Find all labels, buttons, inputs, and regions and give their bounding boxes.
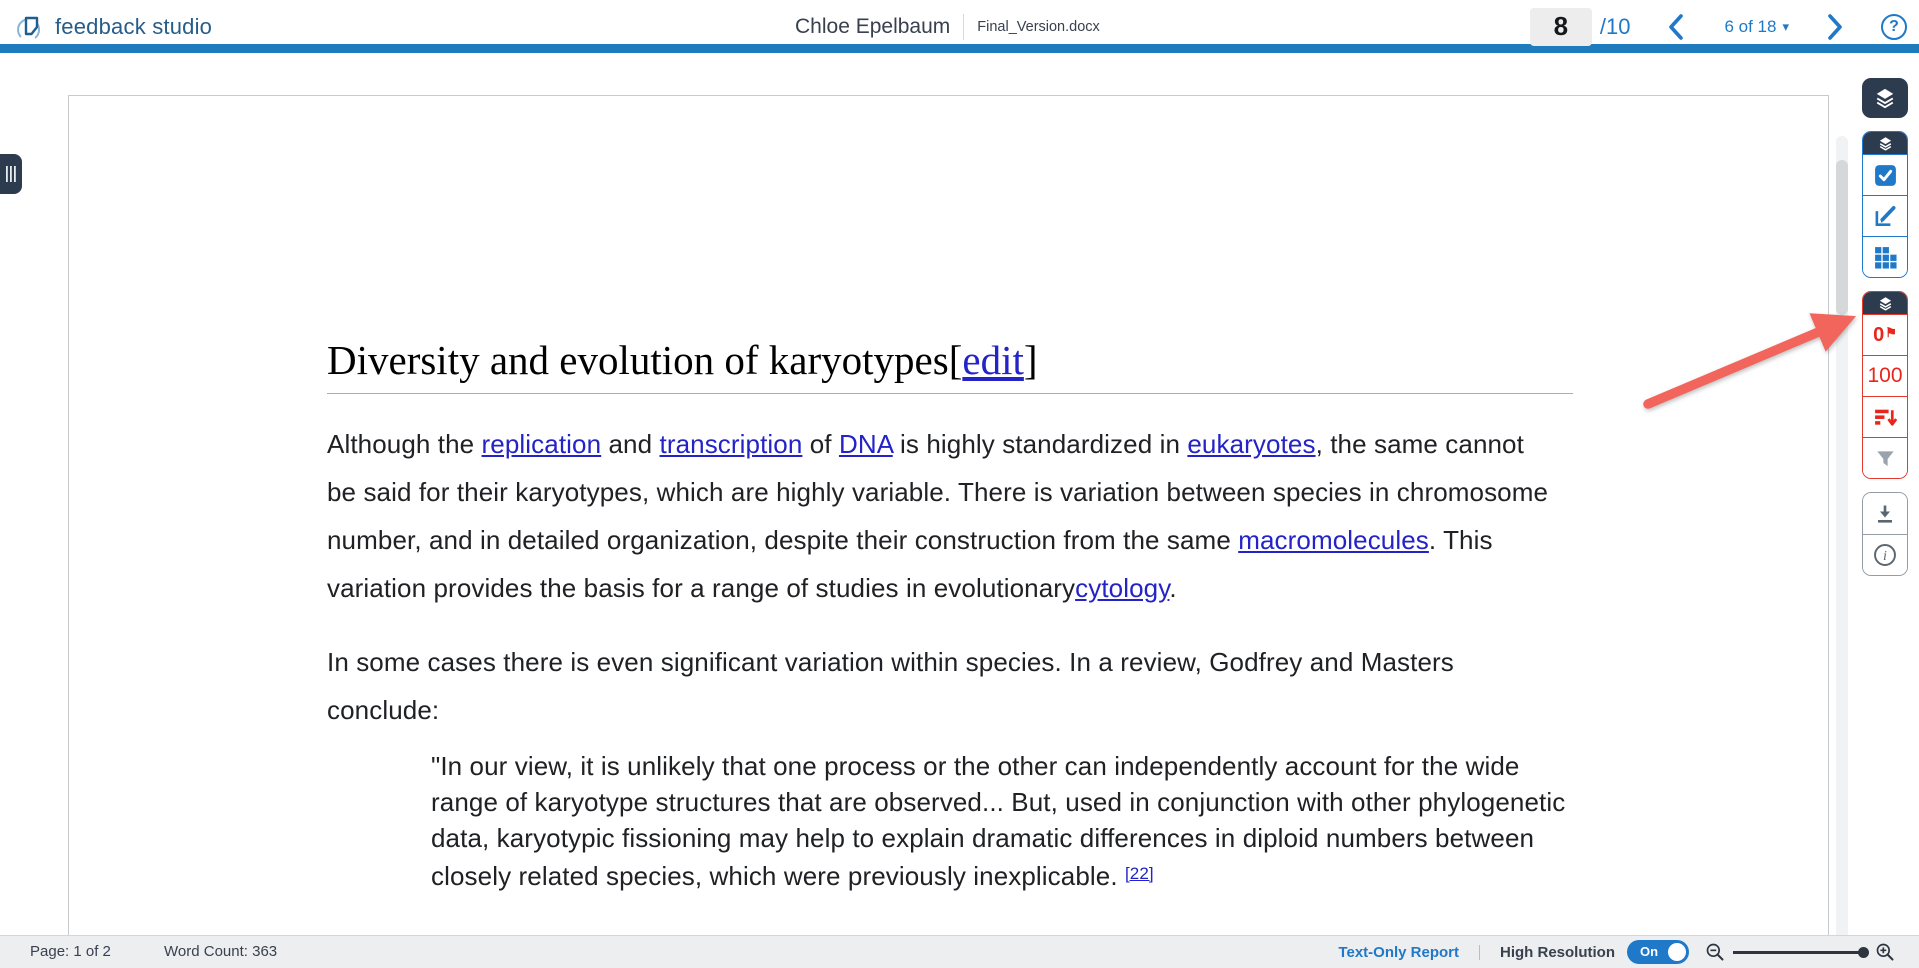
body-text: is highly standardized in [893, 429, 1188, 459]
grading-layer-header[interactable] [1863, 132, 1907, 154]
zoom-slider-handle[interactable] [1858, 947, 1869, 958]
chevron-right-icon [1825, 12, 1845, 42]
word-count: Word Count: 363 [164, 943, 277, 960]
file-name: Final_Version.docx [977, 19, 1100, 35]
filter-funnel-icon [1874, 447, 1897, 470]
grading-tools-group [1862, 131, 1908, 278]
document-scrollbar-track[interactable] [1836, 136, 1848, 935]
grade-input[interactable]: 8 [1530, 8, 1592, 46]
tool-sidebar: 0⚑ 100 [1862, 78, 1908, 576]
app-window: feedback studio Chloe Epelbaum Final_Ver… [0, 0, 1919, 968]
info-icon: i [1872, 542, 1898, 568]
flag-count: 0 [1873, 324, 1884, 347]
status-bar: Page: 1 of 2 Word Count: 363 Text-Only R… [0, 935, 1919, 968]
similarity-score: 100 [1867, 364, 1902, 388]
quickmarks-button[interactable] [1863, 154, 1907, 195]
student-name: Chloe Epelbaum [795, 15, 950, 39]
page-indicator: Page: 1 of 2 [30, 943, 111, 960]
panel-handle-icon [5, 165, 17, 183]
brand-logo-text: feedback studio [55, 14, 212, 40]
submission-info: Chloe Epelbaum Final_Version.docx [795, 0, 1100, 53]
status-bar-controls: Text-Only Report High Resolution On [1338, 936, 1895, 968]
link-transcription[interactable]: transcription [660, 429, 803, 459]
utility-tools-group: i [1862, 492, 1908, 576]
body-text: . [1169, 573, 1176, 603]
download-icon [1873, 502, 1897, 526]
similarity-layer-header[interactable] [1863, 292, 1907, 314]
chevron-left-icon [1666, 12, 1686, 42]
rubric-button[interactable] [1863, 236, 1907, 277]
edit-pencil-icon [1872, 203, 1898, 229]
flags-button[interactable]: 0⚑ [1863, 314, 1907, 355]
link-cytology[interactable]: cytology [1075, 573, 1169, 603]
grade-total: /10 [1600, 14, 1631, 40]
header-controls: 8 /10 6 of 18 ▾ ? [1530, 0, 1907, 53]
body-text: of [802, 429, 839, 459]
match-overview-button[interactable] [1863, 396, 1907, 437]
link-replication[interactable]: replication [482, 429, 602, 459]
blockquote: "In our view, it is unlikely that one pr… [431, 748, 1586, 894]
top-header: feedback studio Chloe Epelbaum Final_Ver… [0, 0, 1919, 53]
body-text: Although the [327, 429, 482, 459]
layers-icon [1878, 296, 1893, 311]
body-text: and [601, 429, 659, 459]
comment-button[interactable] [1863, 195, 1907, 236]
bracket-close: ] [1024, 337, 1038, 383]
zoom-in-icon[interactable] [1875, 942, 1895, 962]
document-page: Diversity and evolution of karyotypes[ed… [68, 95, 1829, 935]
filter-button[interactable] [1863, 437, 1907, 478]
document-scrollbar-thumb[interactable] [1836, 160, 1848, 315]
title-rule [327, 393, 1573, 394]
next-paper-button[interactable] [1825, 12, 1845, 42]
zoom-control [1705, 942, 1895, 962]
similarity-score-button[interactable]: 100 [1863, 355, 1907, 396]
layers-icon [1874, 87, 1896, 109]
brand-logo: feedback studio [16, 0, 212, 53]
header-divider [963, 14, 964, 40]
citation-link-22[interactable]: [22] [1125, 864, 1154, 883]
title-text: Diversity and evolution of karyotypes [327, 337, 949, 383]
footer-divider [1479, 945, 1480, 960]
download-button[interactable] [1863, 493, 1907, 534]
paragraph-2: In some cases there is even significant … [327, 638, 1549, 734]
document-viewer: Diversity and evolution of karyotypes[ed… [0, 62, 1919, 935]
link-dna[interactable]: DNA [839, 429, 893, 459]
pager-label: 6 of 18 [1724, 17, 1776, 37]
zoom-out-icon[interactable] [1705, 942, 1725, 962]
toggle-state-label: On [1640, 944, 1658, 959]
svg-text:i: i [1883, 548, 1887, 564]
bracket-open: [ [949, 337, 963, 383]
link-macromolecules[interactable]: macromolecules [1238, 525, 1429, 555]
chevron-down-icon: ▾ [1782, 19, 1789, 35]
paragraph-1: Although the replication and transcripti… [327, 420, 1549, 612]
flag-icon: ⚑ [1885, 325, 1897, 341]
text-only-report-link[interactable]: Text-Only Report [1338, 944, 1459, 961]
paper-pager-dropdown[interactable]: 6 of 18 ▾ [1724, 17, 1789, 37]
high-resolution-toggle[interactable]: On [1627, 940, 1689, 964]
zoom-slider[interactable] [1733, 951, 1865, 954]
previous-paper-button[interactable] [1666, 12, 1686, 42]
checkmark-icon [1873, 163, 1898, 188]
layers-icon [1878, 136, 1893, 151]
active-layers-button[interactable] [1862, 78, 1908, 118]
feedback-studio-icon [16, 12, 46, 42]
sources-bars-icon [1873, 405, 1898, 430]
quote-text: "In our view, it is unlikely that one pr… [431, 751, 1565, 891]
link-eukaryotes[interactable]: eukaryotes [1187, 429, 1315, 459]
page-title: Diversity and evolution of karyotypes[ed… [327, 336, 1768, 384]
edit-link[interactable]: edit [962, 337, 1023, 383]
rubric-grid-icon [1873, 245, 1898, 270]
toggle-knob [1668, 943, 1686, 961]
similarity-tools-group: 0⚑ 100 [1862, 291, 1908, 479]
high-resolution-label: High Resolution [1500, 944, 1615, 961]
thumbnail-panel-toggle[interactable] [0, 154, 22, 194]
info-button[interactable]: i [1863, 534, 1907, 575]
help-button[interactable]: ? [1881, 14, 1907, 40]
